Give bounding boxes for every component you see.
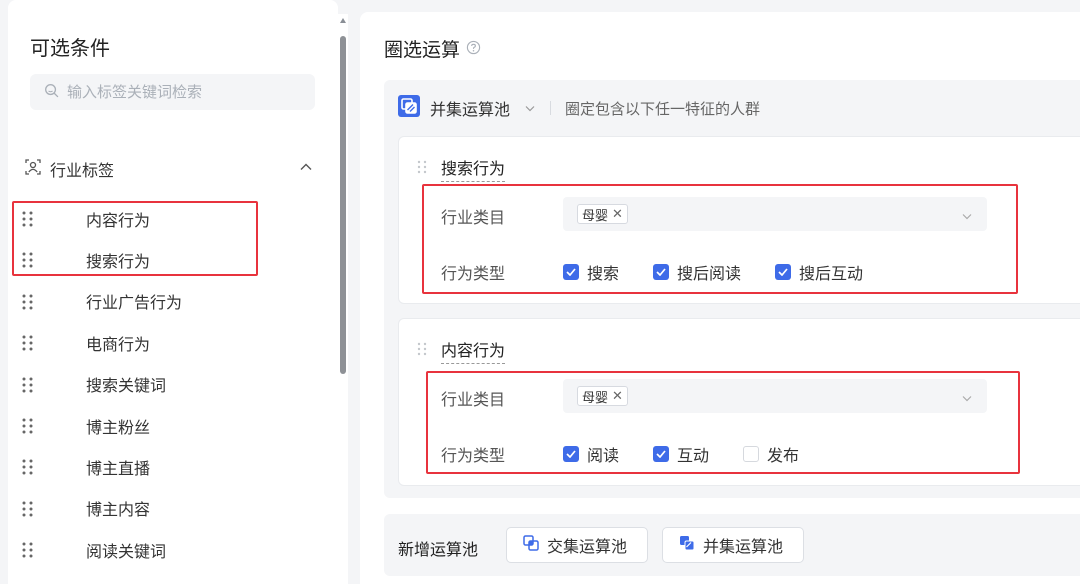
pool-description: 圈定包含以下任一特征的人群 <box>565 99 761 118</box>
category-chip: 母婴 ✕ <box>577 204 628 224</box>
chevron-up-icon[interactable] <box>298 159 314 179</box>
scroll-up-icon[interactable] <box>340 18 346 23</box>
checkbox-interact-after-search[interactable]: 搜后互动 <box>775 260 863 284</box>
chevron-down-icon[interactable] <box>524 99 536 118</box>
checkbox-label: 互动 <box>677 446 710 465</box>
close-icon[interactable]: ✕ <box>612 207 623 222</box>
list-item[interactable]: 搜索行为 <box>8 239 338 280</box>
drag-handle-icon[interactable] <box>21 210 35 232</box>
list-item-label: 行业广告行为 <box>86 293 183 313</box>
panel-title: 圈选运算 <box>384 35 481 62</box>
list-item[interactable]: 博主内容 <box>8 488 338 529</box>
close-icon[interactable]: ✕ <box>612 389 623 404</box>
help-icon[interactable] <box>466 38 481 60</box>
list-item[interactable]: 内容行为 <box>8 198 338 239</box>
chip-label: 母婴 <box>582 390 609 406</box>
list-item[interactable]: 电商行为 <box>8 322 338 363</box>
chevron-down-icon[interactable] <box>961 207 973 226</box>
condition-card-content: 内容行为 行业类目 母婴 ✕ 行为类型 阅读 互动 发布 <box>398 318 1080 486</box>
behavior-checks: 阅读 互动 发布 <box>563 442 833 466</box>
drag-handle-icon[interactable] <box>21 458 35 480</box>
person-tag-icon <box>24 158 42 180</box>
drag-handle-icon[interactable] <box>21 376 35 398</box>
card-title: 内容行为 <box>441 337 506 364</box>
panel-title: 可选条件 <box>30 36 110 60</box>
checkbox-checked-icon[interactable] <box>775 264 792 280</box>
list-item[interactable]: 阅读关键词 <box>8 529 338 570</box>
group-label: 行业标签 <box>50 161 115 180</box>
operation-panel: 圈选运算 并集运算池 圈定包含以下任一特征的人群 搜索行为 行业类目 母婴 ✕ … <box>360 12 1080 584</box>
category-chip: 母婴 ✕ <box>577 386 628 406</box>
button-label: 交集运算池 <box>547 537 628 556</box>
drag-handle-icon[interactable] <box>21 541 35 563</box>
search-icon <box>44 83 59 102</box>
pool-header: 并集运算池 圈定包含以下任一特征的人群 <box>398 94 760 122</box>
add-pool-label: 新增运算池 <box>398 540 479 559</box>
union-pool-icon <box>398 95 420 121</box>
drag-handle-icon[interactable] <box>417 159 427 178</box>
scrollbar-thumb[interactable] <box>340 36 346 374</box>
checkbox-unchecked-icon[interactable] <box>743 446 760 462</box>
group-industry-tags[interactable]: 行业标签 <box>24 156 324 182</box>
checkbox-read[interactable]: 阅读 <box>563 442 619 466</box>
list-item-label: 搜索行为 <box>86 252 151 272</box>
drag-handle-icon[interactable] <box>21 500 35 522</box>
checkbox-checked-icon[interactable] <box>653 264 670 280</box>
divider <box>550 101 552 115</box>
category-select[interactable]: 母婴 ✕ <box>563 197 987 231</box>
list-item-label: 博主直播 <box>86 459 151 479</box>
list-item-label: 内容行为 <box>86 210 151 230</box>
list-item[interactable]: 博主粉丝 <box>8 405 338 446</box>
add-pool-bar: 新增运算池 交集运算池 并集运算池 <box>384 514 1080 576</box>
chevron-down-icon[interactable] <box>961 389 973 408</box>
list-item-label: 搜索关键词 <box>86 376 167 396</box>
list-item-label: 博主内容 <box>86 500 151 520</box>
checkbox-checked-icon[interactable] <box>653 446 670 462</box>
checkbox-label: 阅读 <box>587 446 620 465</box>
list-item-label: 电商行为 <box>86 334 151 354</box>
operation-title: 圈选运算 <box>384 39 461 61</box>
tag-search-box[interactable] <box>30 74 315 110</box>
checkbox-checked-icon[interactable] <box>563 264 579 280</box>
category-label: 行业类目 <box>441 208 506 227</box>
pool-name: 并集运算池 <box>430 100 511 119</box>
behavior-label: 行为类型 <box>441 446 506 465</box>
checkbox-label: 搜索 <box>587 264 620 283</box>
drag-handle-icon[interactable] <box>21 293 35 315</box>
category-label: 行业类目 <box>441 390 506 409</box>
list-item-label: 阅读关键词 <box>86 541 167 561</box>
button-label: 并集运算池 <box>703 537 784 556</box>
chip-label: 母婴 <box>582 208 609 224</box>
drag-handle-icon[interactable] <box>21 334 35 356</box>
add-union-pool-button[interactable]: 并集运算池 <box>662 527 804 563</box>
add-intersection-pool-button[interactable]: 交集运算池 <box>506 527 648 563</box>
union-pool: 并集运算池 圈定包含以下任一特征的人群 搜索行为 行业类目 母婴 ✕ 行为类型 <box>384 80 1080 498</box>
checkbox-interact[interactable]: 互动 <box>653 442 709 466</box>
drag-handle-icon[interactable] <box>417 341 427 360</box>
drag-handle-icon[interactable] <box>21 417 35 439</box>
conditions-panel: 可选条件 行业标签 内容行为 搜索行为 行业广告行为 电商行为 <box>8 0 338 584</box>
behavior-label: 行为类型 <box>441 264 506 283</box>
drag-handle-icon[interactable] <box>21 251 35 273</box>
checkbox-label: 发布 <box>767 446 800 465</box>
condition-card-search: 搜索行为 行业类目 母婴 ✕ 行为类型 搜索 搜后阅读 搜后互动 <box>398 136 1080 304</box>
checkbox-label: 搜后互动 <box>799 264 864 283</box>
behavior-checks: 搜索 搜后阅读 搜后互动 <box>563 260 897 284</box>
list-item[interactable]: 搜索关键词 <box>8 364 338 405</box>
category-select[interactable]: 母婴 ✕ <box>563 379 987 413</box>
card-title: 搜索行为 <box>441 155 506 182</box>
checkbox-read-after-search[interactable]: 搜后阅读 <box>653 260 741 284</box>
checkbox-search[interactable]: 搜索 <box>563 260 619 284</box>
scrollbar[interactable] <box>338 14 348 584</box>
checkbox-label: 搜后阅读 <box>677 264 742 283</box>
tag-list: 内容行为 搜索行为 行业广告行为 电商行为 搜索关键词 博主粉丝 博主直播 博主… <box>8 198 338 571</box>
checkbox-publish[interactable]: 发布 <box>743 442 799 466</box>
list-item[interactable]: 博主直播 <box>8 446 338 487</box>
list-item[interactable]: 行业广告行为 <box>8 281 338 322</box>
union-icon <box>679 535 695 555</box>
intersection-icon <box>523 535 539 555</box>
list-item-label: 博主粉丝 <box>86 417 151 437</box>
search-input[interactable] <box>67 83 307 101</box>
checkbox-checked-icon[interactable] <box>563 446 579 462</box>
